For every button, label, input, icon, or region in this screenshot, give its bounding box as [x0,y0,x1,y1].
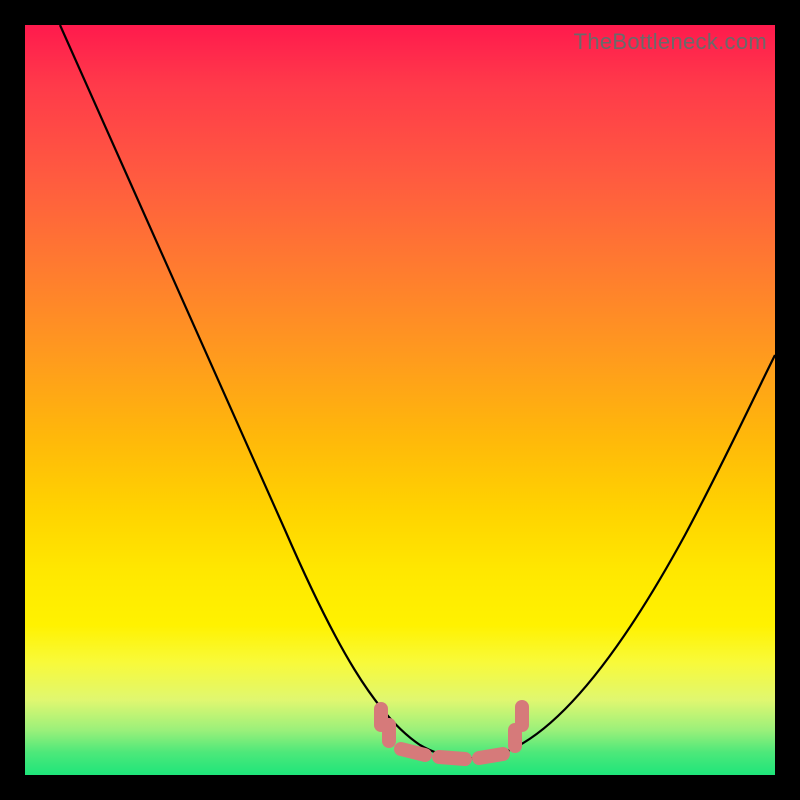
plot-area: TheBottleneck.com [25,25,775,775]
watermark-label: TheBottleneck.com [574,29,767,55]
chart-frame: TheBottleneck.com [0,0,800,800]
curve-overlay [25,25,775,775]
optimal-band [381,707,522,759]
bottleneck-curve [60,25,775,758]
